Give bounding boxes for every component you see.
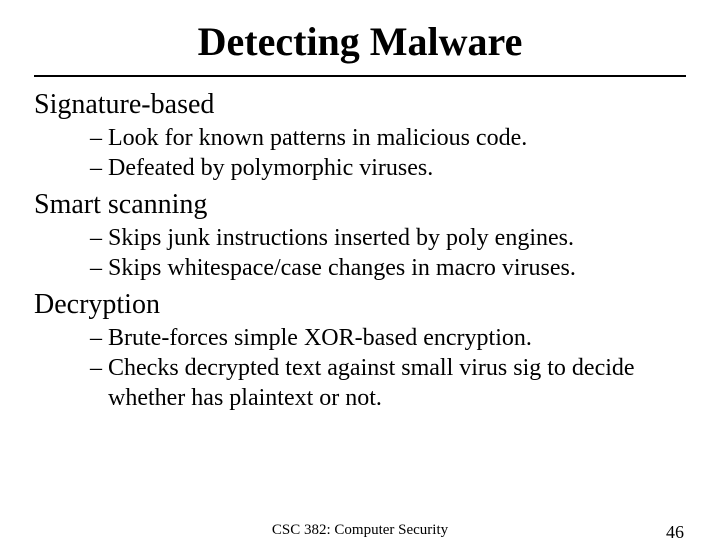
slide-title: Detecting Malware (34, 18, 686, 65)
section-heading: Decryption (34, 289, 686, 321)
bullet-list: – Brute-forces simple XOR-based encrypti… (90, 323, 686, 413)
bullet-text: Skips junk instructions inserted by poly… (108, 225, 574, 251)
title-rule (34, 75, 686, 77)
bullet-list: – Skips junk instructions inserted by po… (90, 223, 686, 283)
bullet-list: – Look for known patterns in malicious c… (90, 123, 686, 183)
bullet-item: – Skips junk instructions inserted by po… (90, 223, 686, 253)
dash-icon: – (90, 225, 108, 251)
dash-icon: – (90, 125, 108, 151)
section-heading: Signature-based (34, 89, 686, 121)
dash-icon: – (90, 355, 108, 381)
bullet-item: – Look for known patterns in malicious c… (90, 123, 686, 153)
bullet-text: Defeated by polymorphic viruses. (108, 155, 433, 181)
bullet-item: – Defeated by polymorphic viruses. (90, 153, 686, 183)
bullet-item: – Skips whitespace/case changes in macro… (90, 253, 686, 283)
section-heading: Smart scanning (34, 189, 686, 221)
bullet-item: – Brute-forces simple XOR-based encrypti… (90, 323, 686, 353)
dash-icon: – (90, 155, 108, 181)
dash-icon: – (90, 255, 108, 281)
bullet-text: Look for known patterns in malicious cod… (108, 125, 527, 151)
footer-course: CSC 382: Computer Security (0, 522, 720, 539)
slide: Detecting Malware Signature-based – Look… (0, 0, 720, 540)
bullet-text: Checks decrypted text against small viru… (108, 355, 635, 411)
bullet-text: Skips whitespace/case changes in macro v… (108, 255, 576, 281)
bullet-text: Brute-forces simple XOR-based encryption… (108, 325, 532, 351)
bullet-item: – Checks decrypted text against small vi… (90, 353, 686, 413)
dash-icon: – (90, 325, 108, 351)
